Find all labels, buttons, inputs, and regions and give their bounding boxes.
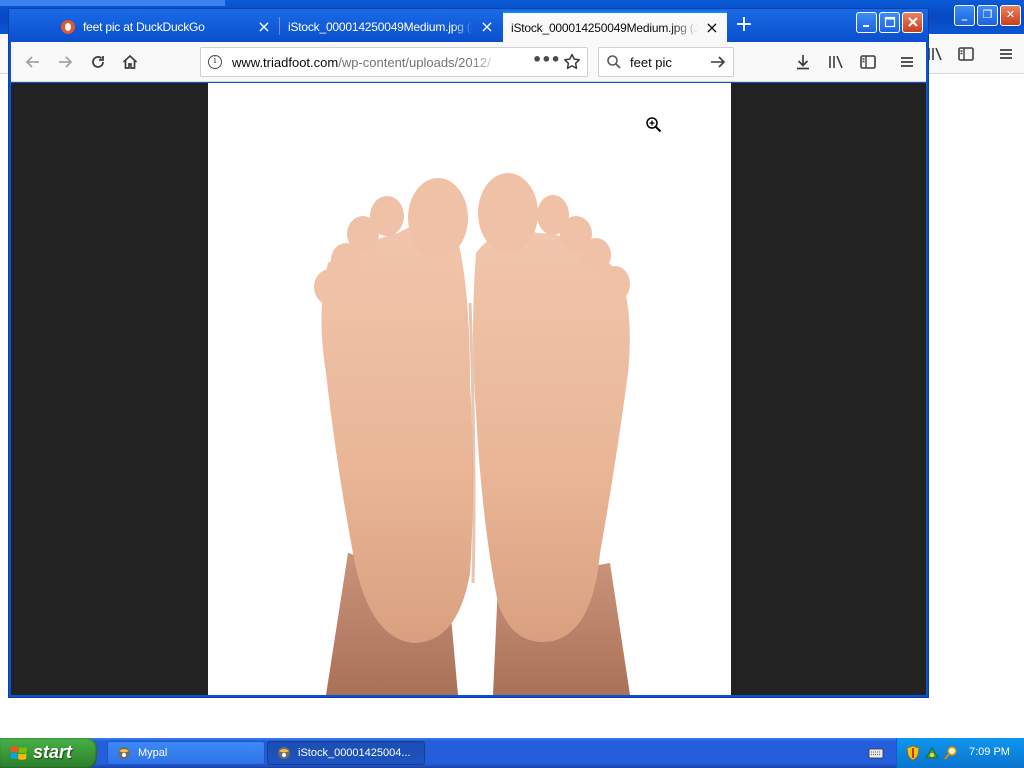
background-minimize-button[interactable]: _ bbox=[954, 5, 975, 26]
mypal-app-icon bbox=[118, 747, 130, 759]
displayed-image[interactable] bbox=[208, 83, 731, 695]
taskbar-item-mypal[interactable]: Mypal bbox=[107, 741, 265, 765]
bookmark-star-icon[interactable] bbox=[561, 51, 583, 73]
search-input[interactable]: feet pic bbox=[630, 55, 672, 70]
reload-icon bbox=[92, 56, 104, 68]
firefox-window: feet pic at DuckDuckGo × iStock_00001425… bbox=[8, 8, 929, 698]
hamburger-menu-icon bbox=[901, 57, 913, 67]
task-label: Mypal bbox=[138, 747, 168, 759]
windows-flag-icon bbox=[10, 746, 27, 760]
keyboard-icon[interactable] bbox=[868, 746, 884, 760]
zoom-in-icon bbox=[646, 117, 662, 133]
start-label: start bbox=[33, 742, 73, 762]
background-tab-highlight bbox=[0, 0, 225, 6]
network-icon[interactable] bbox=[924, 745, 940, 761]
search-go-arrow-icon[interactable] bbox=[709, 53, 727, 71]
site-info-icon[interactable]: i bbox=[208, 55, 222, 69]
tab-close-icon[interactable]: × bbox=[480, 18, 494, 34]
url-domain: www.triadfoot.com bbox=[232, 55, 339, 70]
back-arrow-icon bbox=[25, 56, 39, 68]
tab-title: iStock_000014250049Medium.jpg (JPE bbox=[288, 19, 474, 34]
back-button[interactable] bbox=[20, 49, 46, 75]
forward-arrow-icon bbox=[59, 56, 73, 68]
sidebar-icon[interactable] bbox=[957, 45, 975, 63]
page-actions-icon[interactable]: ••• bbox=[532, 51, 561, 73]
tab-image-2-active[interactable]: iStock_000014250049Medium.jpg (JPE × bbox=[503, 11, 727, 42]
taskbar: start Mypal iStock_00001425004... 7:09 P… bbox=[0, 738, 1024, 768]
tab-bar: feet pic at DuckDuckGo × iStock_00001425… bbox=[9, 9, 928, 42]
duckduckgo-icon bbox=[61, 19, 75, 34]
library-icon bbox=[829, 55, 843, 69]
start-button[interactable]: start bbox=[0, 738, 97, 768]
system-tray: 7:09 PM bbox=[896, 738, 1024, 768]
mypal-app-icon bbox=[278, 747, 290, 759]
forward-button[interactable] bbox=[52, 49, 78, 75]
feet-photo bbox=[314, 173, 630, 695]
minimize-icon bbox=[862, 25, 869, 27]
security-shield-icon[interactable] bbox=[905, 745, 921, 761]
clock: 7:09 PM bbox=[969, 746, 1010, 758]
tab-image-1[interactable]: iStock_000014250049Medium.jpg (JPE × bbox=[280, 11, 502, 42]
search-bar[interactable]: feet pic bbox=[598, 47, 734, 77]
task-label: iStock_00001425004... bbox=[298, 747, 411, 759]
hamburger-menu-icon[interactable] bbox=[997, 45, 1015, 63]
page-content bbox=[11, 83, 926, 695]
tab-title: iStock_000014250049Medium.jpg (JPE bbox=[511, 20, 699, 35]
home-button[interactable] bbox=[117, 49, 143, 75]
maximize-icon bbox=[884, 16, 895, 28]
menu-button[interactable] bbox=[894, 49, 920, 75]
tab-close-icon[interactable]: × bbox=[257, 18, 271, 34]
maximize-button[interactable] bbox=[879, 12, 900, 33]
minimize-button[interactable] bbox=[856, 12, 877, 33]
new-tab-button[interactable]: + bbox=[733, 14, 755, 37]
close-button[interactable] bbox=[902, 12, 923, 33]
tab-close-icon[interactable]: × bbox=[705, 19, 719, 35]
background-restore-button[interactable]: ❐ bbox=[977, 5, 998, 26]
library-button[interactable] bbox=[823, 49, 849, 75]
home-icon bbox=[122, 54, 138, 69]
url-text[interactable]: www.triadfoot.com/wp-content/uploads/201… bbox=[232, 55, 502, 70]
close-icon bbox=[907, 17, 918, 27]
tab-duckduckgo[interactable]: feet pic at DuckDuckGo × bbox=[53, 11, 279, 42]
sidebar-button[interactable] bbox=[855, 49, 881, 75]
reload-button[interactable] bbox=[85, 49, 111, 75]
navigation-toolbar: i www.triadfoot.com/wp-content/uploads/2… bbox=[11, 42, 926, 82]
sidebar-icon bbox=[860, 55, 876, 69]
background-close-button[interactable]: ✕ bbox=[1000, 5, 1021, 26]
download-icon bbox=[797, 55, 809, 70]
search-magnifier-icon[interactable] bbox=[943, 745, 959, 761]
url-bar[interactable]: i www.triadfoot.com/wp-content/uploads/2… bbox=[200, 47, 588, 77]
taskbar-item-istock[interactable]: iStock_00001425004... bbox=[267, 741, 425, 765]
search-icon bbox=[607, 55, 621, 69]
url-path: /wp-content/uploads/2012/ bbox=[338, 55, 491, 70]
tab-title: feet pic at DuckDuckGo bbox=[83, 19, 205, 34]
downloads-button[interactable] bbox=[790, 49, 816, 75]
